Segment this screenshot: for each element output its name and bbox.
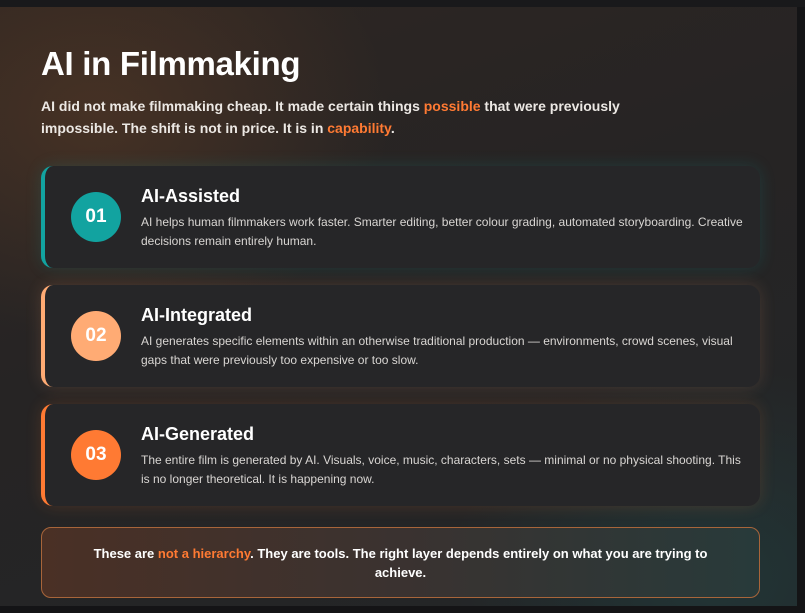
card-number-badge: 01: [71, 192, 121, 242]
card-description: AI generates specific elements within an…: [141, 334, 733, 367]
card-title: AI-Integrated: [141, 305, 253, 325]
top-strip: [0, 0, 805, 7]
card-ai-integrated: 02 AI-Integrated AI generates specific e…: [41, 285, 760, 387]
card-ai-generated: 03 AI-Generated The entire film is gener…: [41, 404, 760, 506]
callout-text-part: . They are tools. The right layer depend…: [250, 545, 708, 580]
subtitle-text: .: [390, 120, 395, 136]
card-description: AI helps human filmmakers work faster. S…: [141, 215, 743, 248]
card-ai-assisted: 01 AI-Assisted AI helps human filmmakers…: [41, 166, 760, 268]
card-number-badge: 02: [71, 311, 121, 361]
subtitle-text: AI did not make filmmaking cheap. It mad…: [41, 98, 424, 114]
card-title: AI-Generated: [141, 424, 255, 444]
subtitle-highlight-possible: possible: [423, 98, 481, 114]
card-number-badge: 03: [71, 430, 121, 480]
callout-highlight: not a hierarchy: [157, 545, 251, 561]
callout-text-part: These are: [93, 545, 158, 561]
subtitle-highlight-capability: capability: [327, 120, 391, 136]
callout-box: These are not a hierarchy. They are tool…: [41, 527, 760, 598]
right-edge: [797, 7, 805, 613]
card-description: The entire film is generated by AI. Visu…: [141, 453, 741, 486]
bottom-edge: [0, 606, 805, 613]
card-title: AI-Assisted: [141, 186, 241, 206]
callout-text: These are not a hierarchy. They are tool…: [82, 544, 719, 582]
subtitle: AI did not make filmmaking cheap. It mad…: [41, 95, 661, 139]
page-title: AI in Filmmaking: [41, 45, 301, 82]
